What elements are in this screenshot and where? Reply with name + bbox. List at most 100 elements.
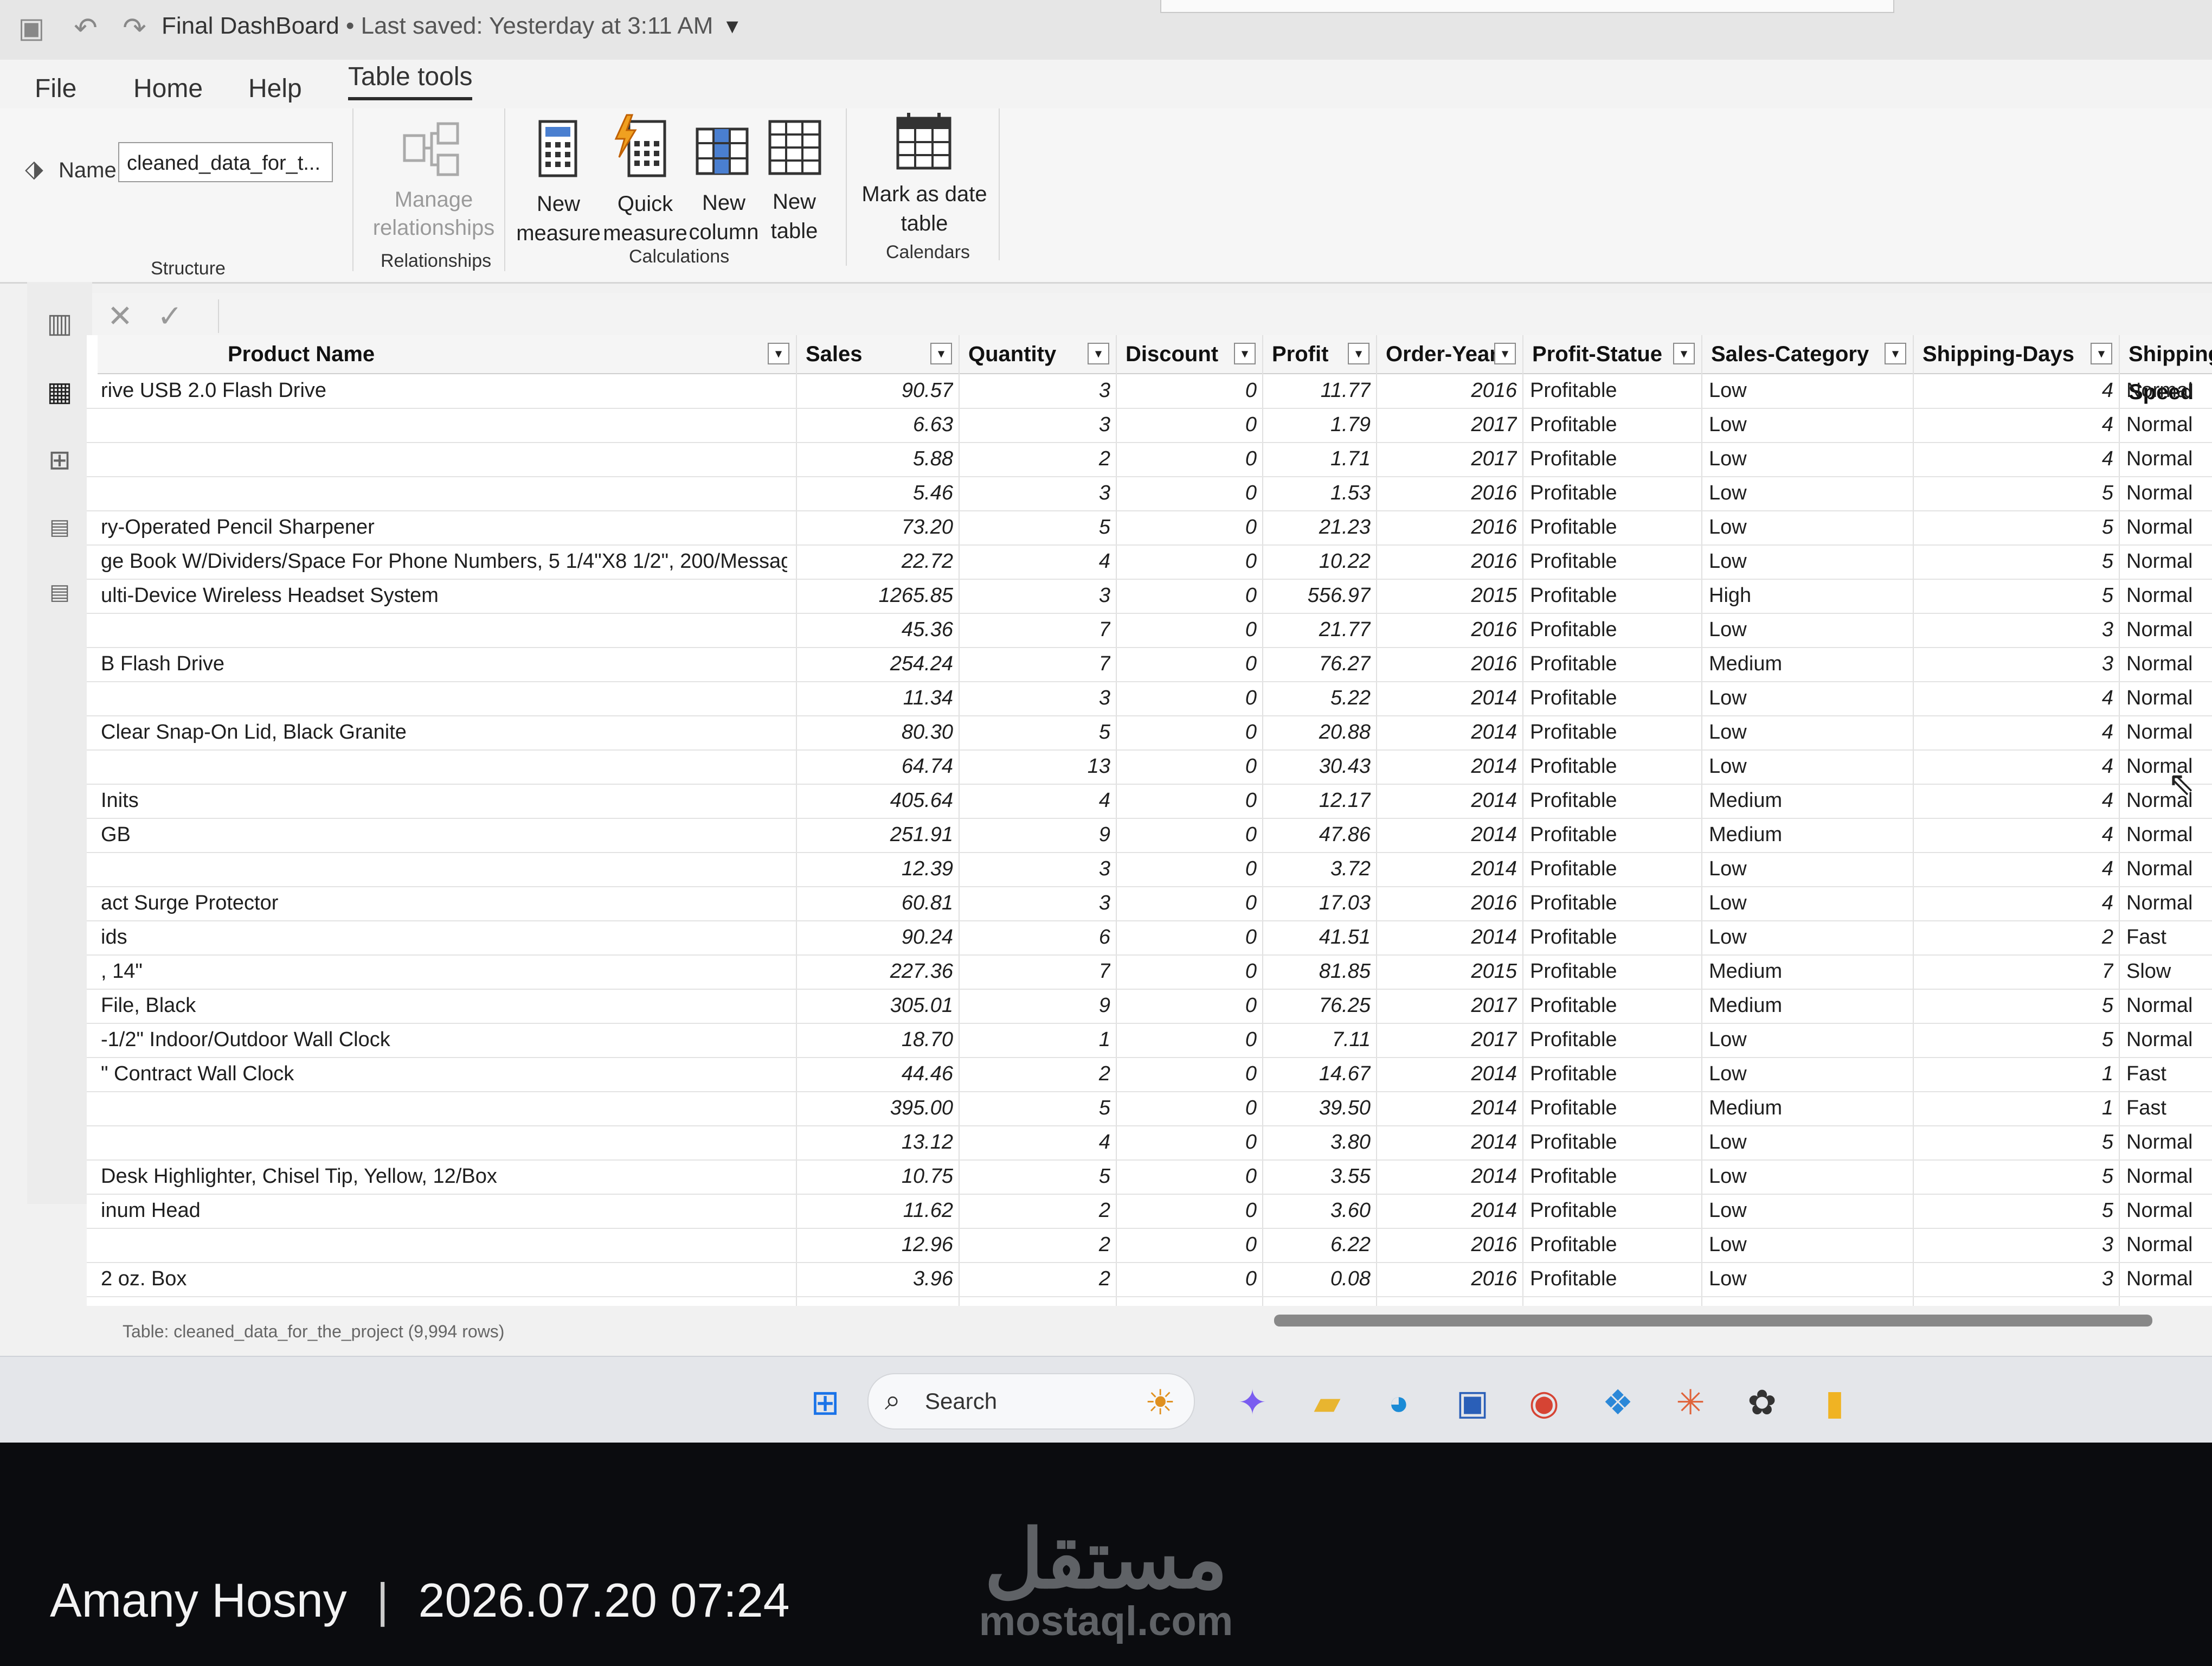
table-cell[interactable]: B Flash Drive xyxy=(98,646,787,681)
col-header-quantity[interactable]: Quantity ▾ xyxy=(960,335,1117,374)
table-cell[interactable]: Profitable xyxy=(1523,1193,1696,1228)
table-cell[interactable]: 4 xyxy=(1914,817,2113,852)
table-cell[interactable]: 5 xyxy=(1914,1159,2113,1194)
table-cell[interactable]: 1 xyxy=(1914,1056,2113,1091)
table-cell[interactable]: 4 xyxy=(1914,749,2113,784)
table-row[interactable]: Desk Highlighter, Chisel Tip, Yellow, 12… xyxy=(87,1159,2212,1195)
table-cell[interactable]: Fast xyxy=(2120,920,2205,954)
table-cell[interactable]: 76.27 xyxy=(1263,646,1371,681)
table-cell[interactable]: 60.81 xyxy=(797,886,953,920)
table-cell[interactable]: 0 xyxy=(1117,1022,1257,1057)
table-cell[interactable]: Profitable xyxy=(1523,1125,1696,1159)
table-cell[interactable]: 395.00 xyxy=(797,1091,953,1125)
table-cell[interactable] xyxy=(98,851,787,886)
table-row[interactable]: 395.00 5 0 39.50 2014 Profitable Medium 1 Fast xyxy=(87,1091,2212,1126)
table-row[interactable]: 64.74 13 0 30.43 2014 Profitable Low 4 Normal xyxy=(87,749,2212,785)
table-cell[interactable]: GB xyxy=(98,817,787,852)
table-cell[interactable]: Low xyxy=(1702,886,1907,920)
table-row[interactable]: inum Head 11.62 2 0 3.60 2014 Profitable Low 5 No… xyxy=(87,1193,2212,1229)
table-cell[interactable]: Normal xyxy=(2120,1159,2205,1194)
table-cell[interactable]: Profitable xyxy=(1523,373,1696,408)
table-cell[interactable]: 17.03 xyxy=(1263,886,1371,920)
table-cell[interactable]: 80.30 xyxy=(797,715,953,749)
edge-icon[interactable]: ◕ xyxy=(1377,1381,1420,1424)
table-cell[interactable]: Normal xyxy=(2120,578,2205,613)
table-cell[interactable]: 4 xyxy=(1914,783,2113,818)
title-search-box[interactable] xyxy=(1160,0,1894,13)
table-cell[interactable]: 13 xyxy=(960,749,1110,784)
table-cell[interactable]: Low xyxy=(1702,681,1907,715)
tab-table-tools[interactable]: Table tools xyxy=(348,62,473,100)
table-cell[interactable]: 7 xyxy=(960,646,1110,681)
table-cell[interactable]: 0 xyxy=(1117,578,1257,613)
table-cell[interactable]: Normal xyxy=(2120,851,2205,886)
table-cell[interactable]: 2016 xyxy=(1377,612,1517,647)
table-cell[interactable]: 0 xyxy=(1117,1125,1257,1159)
table-cell[interactable]: Profitable xyxy=(1523,851,1696,886)
table-cell[interactable]: Normal xyxy=(2120,1261,2205,1296)
table-cell[interactable]: Profitable xyxy=(1523,715,1696,749)
col-header-profit-statue[interactable]: Profit-Statue ▾ xyxy=(1523,335,1702,374)
table-cell[interactable]: Low xyxy=(1702,920,1907,954)
table-row[interactable]: Clear Snap-On Lid, Black Granite 80.30 5 0 2… xyxy=(87,715,2212,751)
table-cell[interactable]: 6.63 xyxy=(797,407,953,442)
save-icon[interactable]: ▣ xyxy=(15,12,48,44)
table-cell[interactable]: 1.79 xyxy=(1263,407,1371,442)
table-row[interactable]: File, Black 305.01 9 0 76.25 2017 Profitable Me… xyxy=(87,988,2212,1024)
table-cell[interactable]: 254.24 xyxy=(797,646,953,681)
table-cell[interactable]: 0 xyxy=(1117,817,1257,852)
table-cell[interactable]: Profitable xyxy=(1523,441,1696,476)
table-cell[interactable]: 5 xyxy=(1914,510,2113,544)
table-cell[interactable]: Slow xyxy=(2120,954,2205,989)
table-cell[interactable]: 3.55 xyxy=(1263,1159,1371,1194)
table-cell[interactable]: 2016 xyxy=(1377,544,1517,579)
table-cell[interactable]: 41.51 xyxy=(1263,920,1371,954)
table-cell[interactable]: 3 xyxy=(960,851,1110,886)
window-title[interactable]: Final DashBoard • Last saved: Yesterday … xyxy=(162,12,738,40)
table-cell[interactable]: 2014 xyxy=(1377,715,1517,749)
table-name-input[interactable]: cleaned_data_for_t... xyxy=(118,142,333,182)
table-row[interactable]: ry-Operated Pencil Sharpener 73.20 5 0 21.23… xyxy=(87,510,2212,546)
table-cell[interactable]: ids xyxy=(98,920,787,954)
table-cell[interactable]: Normal xyxy=(2120,373,2205,408)
filter-dropdown-icon[interactable]: ▾ xyxy=(1088,343,1109,364)
formula-input[interactable] xyxy=(218,299,2203,333)
table-cell[interactable]: 2016 xyxy=(1377,1227,1517,1262)
table-cell[interactable]: 2016 xyxy=(1377,373,1517,408)
table-cell[interactable]: 6.22 xyxy=(1263,1227,1371,1262)
table-cell[interactable]: 5 xyxy=(1914,476,2113,510)
table-cell[interactable]: Normal xyxy=(2120,681,2205,715)
table-cell[interactable]: Profitable xyxy=(1523,954,1696,989)
table-cell[interactable]: 13.12 xyxy=(797,1125,953,1159)
table-cell[interactable]: Normal xyxy=(2120,1227,2205,1262)
table-cell[interactable]: 2014 xyxy=(1377,920,1517,954)
table-cell[interactable]: 0 xyxy=(1117,1261,1257,1296)
table-cell[interactable]: 2 xyxy=(1914,920,2113,954)
table-cell[interactable]: 5.88 xyxy=(797,441,953,476)
table-cell[interactable]: 0 xyxy=(1117,1159,1257,1194)
table-cell[interactable]: 2017 xyxy=(1377,988,1517,1023)
table-row[interactable]: GB 251.91 9 0 47.86 2014 Profitable Medium 4 Norm… xyxy=(87,817,2212,853)
file-explorer-icon[interactable]: ▰ xyxy=(1306,1381,1349,1424)
table-cell[interactable]: 2016 xyxy=(1377,646,1517,681)
table-cell[interactable]: 0 xyxy=(1117,954,1257,989)
table-cell[interactable]: 0 xyxy=(1117,476,1257,510)
col-header-shipping-speed[interactable]: Shipping-Speed xyxy=(2120,335,2212,404)
table-cell[interactable]: 12.96 xyxy=(797,1227,953,1262)
table-cell[interactable]: 0 xyxy=(1117,783,1257,818)
filter-dropdown-icon[interactable]: ▾ xyxy=(1885,343,1906,364)
manage-relationships-button[interactable]: Manage relationships xyxy=(363,119,504,249)
table-row[interactable]: Inits 405.64 4 0 12.17 2014 Profitable Medium 4 N… xyxy=(87,783,2212,819)
table-cell[interactable]: 39.50 xyxy=(1263,1091,1371,1125)
table-cell[interactable]: Low xyxy=(1702,851,1907,886)
table-cell[interactable]: 2014 xyxy=(1377,1193,1517,1228)
commit-icon[interactable]: ✓ xyxy=(157,298,183,334)
table-cell[interactable]: 2014 xyxy=(1377,1056,1517,1091)
quick-measure-button[interactable]: Quick measure xyxy=(602,114,689,249)
claude-icon[interactable]: ✳ xyxy=(1669,1381,1712,1424)
table-cell[interactable]: 0 xyxy=(1117,681,1257,715)
table-cell[interactable]: Low xyxy=(1702,1125,1907,1159)
filter-dropdown-icon[interactable]: ▾ xyxy=(930,343,952,364)
table-cell[interactable]: 5 xyxy=(1914,578,2113,613)
table-cell[interactable]: 2014 xyxy=(1377,851,1517,886)
